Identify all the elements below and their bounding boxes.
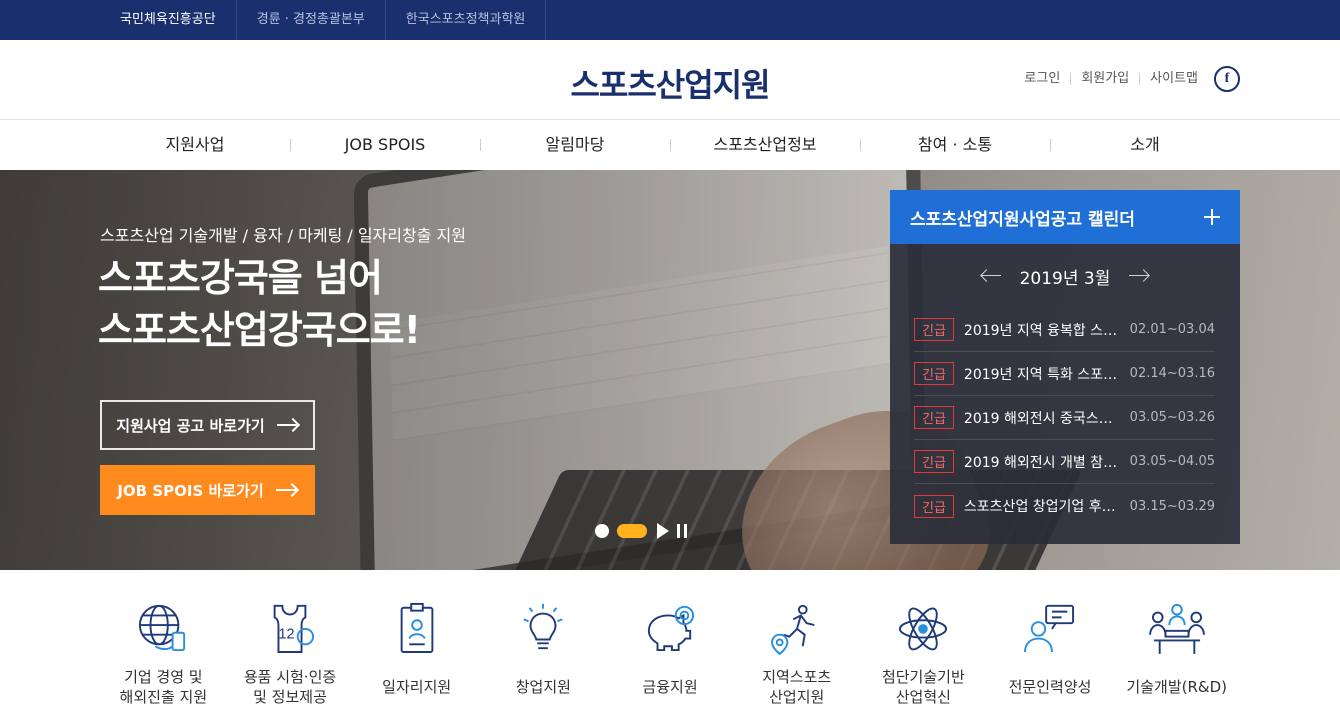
notice-title: 2019 해외전시 중국스포츠용품 박람회 <box>963 410 1124 427</box>
quick-item-label: 창업지원 <box>515 677 571 696</box>
play-icon[interactable] <box>657 523 669 539</box>
notice-date: 03.05~03.26 <box>1129 410 1215 425</box>
slide-dot-1[interactable] <box>595 524 609 538</box>
sitemap-link[interactable]: 사이트맵 <box>1140 72 1208 85</box>
list-item[interactable]: 긴급 2019 해외전시 개별 참가 지원사업 03.05~04.05 <box>914 440 1215 484</box>
quick-item-business[interactable]: 기업 경영 및 해외진출 지원 <box>100 570 227 710</box>
slide-dot-2-active[interactable] <box>617 524 647 538</box>
speaker-chat-icon <box>1024 604 1075 653</box>
notice-date: 03.05~04.05 <box>1129 454 1215 469</box>
prev-month-arrow-icon[interactable] <box>980 270 1002 282</box>
team-meeting-icon <box>1148 603 1205 654</box>
quick-item-label: 지역스포츠 산업지원 <box>762 667 832 706</box>
calendar-title: 스포츠산업지원사업공고 캘린더 <box>910 209 1135 230</box>
notice-title: 2019년 지역 특화 스포츠산업 육성 <box>963 366 1124 383</box>
quick-item-label: 첨단기술기반 산업혁신 <box>881 667 965 706</box>
nav-item-about[interactable]: 소개 <box>1050 121 1240 170</box>
slider-pager <box>595 523 687 539</box>
calendar-month: 2019년 3월 <box>1019 268 1111 289</box>
job-spois-shortcut-button[interactable]: JOB SPOIS 바로가기 <box>100 465 315 515</box>
notice-title: 스포츠산업 창업기업 후속지원 <box>963 499 1124 515</box>
hero-subtitle: 스포츠산업 기술개발 / 융자 / 마케팅 / 일자리창출 지원 <box>100 226 466 245</box>
svg-text:12: 12 <box>278 627 294 643</box>
jersey-badge-icon: 12 <box>273 604 315 653</box>
quick-item-label: 일자리지원 <box>382 677 452 696</box>
hero-title: 스포츠강국을 넘어 스포츠산업강국으로! <box>98 252 421 356</box>
job-spois-shortcut-label: JOB SPOIS 바로가기 <box>117 481 264 500</box>
quick-item-regional[interactable]: 지역스포츠 산업지원 <box>733 570 860 710</box>
list-item[interactable]: 긴급 스포츠산업 창업기업 후속지원 03.15~03.29 <box>914 484 1215 528</box>
family-link-cycle-boat[interactable]: 경륜 · 경정총괄본부 <box>237 0 386 40</box>
nav-item-notice[interactable]: 알림마당 <box>480 121 670 170</box>
main-nav: 지원사업 JOB SPOIS 알림마당 스포츠산업정보 참여 · 소통 소개 <box>0 121 1340 170</box>
id-card-icon <box>400 602 434 653</box>
notice-date: 02.01~03.04 <box>1129 322 1215 337</box>
list-item[interactable]: 긴급 2019 해외전시 중국스포츠용품 박람회 03.05~03.26 <box>914 396 1215 440</box>
quick-item-label: 전문인력양성 <box>1008 677 1092 696</box>
family-link-kspo[interactable]: 국민체육진흥공단 <box>100 0 237 40</box>
family-link-sports-science[interactable]: 한국스포츠정책과학원 <box>386 0 547 40</box>
urgent-badge: 긴급 <box>914 450 954 473</box>
hero-title-line1: 스포츠강국을 넘어 <box>98 256 383 300</box>
calendar-header: 스포츠산업지원사업공고 캘린더 <box>890 190 1240 244</box>
quick-item-finance[interactable]: 금융지원 <box>607 570 734 710</box>
quick-item-label: 기술개발(R&D) <box>1126 677 1227 696</box>
urgent-badge: 긴급 <box>914 318 954 341</box>
notice-calendar-panel: 스포츠산업지원사업공고 캘린더 2019년 3월 긴급 2019년 지역 융복합… <box>890 190 1240 544</box>
quick-menu: 기업 경영 및 해외진출 지원 12 용품 시험·인증 및 정보제공 일자리지원… <box>100 570 1240 710</box>
urgent-badge: 긴급 <box>914 494 954 518</box>
utility-menu: 로그인 회원가입 사이트맵 f <box>1014 66 1240 92</box>
piggy-bank-icon <box>647 605 695 652</box>
nav-item-support[interactable]: 지원사업 <box>100 121 290 170</box>
nav-item-job-spois[interactable]: JOB SPOIS <box>290 121 480 170</box>
site-header: 스포츠산업지원 로그인 회원가입 사이트맵 f <box>0 40 1340 120</box>
arrow-right-icon <box>275 484 298 496</box>
urgent-badge: 긴급 <box>914 362 954 385</box>
nav-item-industry-info[interactable]: 스포츠산업정보 <box>670 121 860 170</box>
globe-hand-icon <box>139 604 186 652</box>
quick-item-jobs[interactable]: 일자리지원 <box>353 570 480 710</box>
quick-item-label: 금융지원 <box>642 677 698 696</box>
hero-banner: 스포츠산업 기술개발 / 융자 / 마케팅 / 일자리창출 지원 스포츠강국을 … <box>0 170 1340 570</box>
quick-item-label: 기업 경영 및 해외진출 지원 <box>119 667 208 706</box>
quick-item-rnd[interactable]: 기술개발(R&D) <box>1113 570 1240 710</box>
atom-icon <box>899 607 948 651</box>
arrow-right-icon <box>276 419 299 431</box>
calendar-notice-list: 긴급 2019년 지역 융복합 스포츠산업 거점 02.01~03.04 긴급 … <box>890 308 1240 528</box>
plus-icon[interactable] <box>1204 209 1220 225</box>
top-bar: 국민체육진흥공단 경륜 · 경정총괄본부 한국스포츠정책과학원 <box>0 0 1340 40</box>
calendar-month-nav: 2019년 3월 <box>890 244 1240 308</box>
login-link[interactable]: 로그인 <box>1014 72 1072 85</box>
quick-item-startup[interactable]: 창업지원 <box>480 570 607 710</box>
join-link[interactable]: 회원가입 <box>1071 72 1141 85</box>
next-month-arrow-icon[interactable] <box>1128 270 1150 282</box>
notice-date: 02.14~03.16 <box>1129 366 1215 381</box>
list-item[interactable]: 긴급 2019년 지역 융복합 스포츠산업 거점 02.01~03.04 <box>914 308 1215 352</box>
pause-icon[interactable] <box>677 524 687 538</box>
list-item[interactable]: 긴급 2019년 지역 특화 스포츠산업 육성 02.14~03.16 <box>914 352 1215 396</box>
quick-item-label: 용품 시험·인증 및 정보제공 <box>243 667 337 706</box>
quick-item-testing[interactable]: 12 용품 시험·인증 및 정보제공 <box>227 570 354 710</box>
lightbulb-icon <box>523 603 563 650</box>
urgent-badge: 긴급 <box>914 406 954 429</box>
facebook-icon[interactable]: f <box>1214 66 1240 92</box>
hero-title-line2: 스포츠산업강국으로! <box>98 308 421 352</box>
runner-pin-icon <box>770 604 815 656</box>
notice-shortcut-button[interactable]: 지원사업 공고 바로가기 <box>100 400 315 450</box>
notice-title: 2019 해외전시 개별 참가 지원사업 <box>963 454 1124 471</box>
quick-item-expert[interactable]: 전문인력양성 <box>987 570 1114 710</box>
notice-shortcut-label: 지원사업 공고 바로가기 <box>116 416 265 435</box>
notice-date: 03.15~03.29 <box>1129 498 1215 514</box>
notice-title: 2019년 지역 융복합 스포츠산업 거점 <box>963 322 1124 339</box>
family-site-links: 국민체육진흥공단 경륜 · 경정총괄본부 한국스포츠정책과학원 <box>100 0 547 40</box>
quick-item-innovation[interactable]: 첨단기술기반 산업혁신 <box>860 570 987 710</box>
nav-item-participation[interactable]: 참여 · 소통 <box>860 121 1050 170</box>
